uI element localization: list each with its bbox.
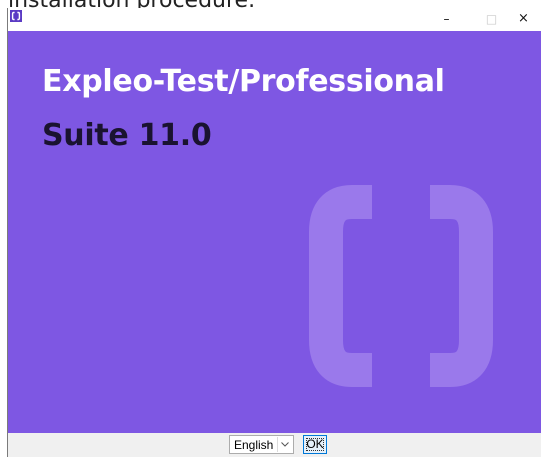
title-bar[interactable]: – □ ×: [8, 8, 541, 31]
installer-app-icon: [10, 10, 22, 22]
product-suite-version: Suite 11.0: [42, 118, 212, 153]
maximize-icon: □: [485, 12, 498, 26]
language-selected-value: English: [234, 438, 274, 452]
minimize-icon: –: [443, 12, 450, 26]
close-button[interactable]: ×: [501, 8, 541, 31]
minimize-button[interactable]: –: [424, 8, 469, 31]
product-title: Expleo-Test/Professional: [42, 64, 445, 99]
footer-bar: English OK: [8, 433, 541, 457]
splash-banner: Expleo-Test/Professional Suite 11.0: [8, 31, 541, 433]
brackets-logo-icon: [309, 185, 493, 387]
chevron-down-icon: [281, 442, 289, 447]
language-dropdown-toggle[interactable]: [277, 437, 292, 452]
close-icon: ×: [518, 11, 529, 26]
ok-button[interactable]: OK: [303, 435, 327, 454]
installer-window: – □ × Expleo-Test/Professional Suite 11.…: [7, 8, 541, 457]
screen: installation procedure. – □ × Expleo-Tes…: [0, 0, 541, 457]
language-select[interactable]: English: [229, 435, 294, 454]
